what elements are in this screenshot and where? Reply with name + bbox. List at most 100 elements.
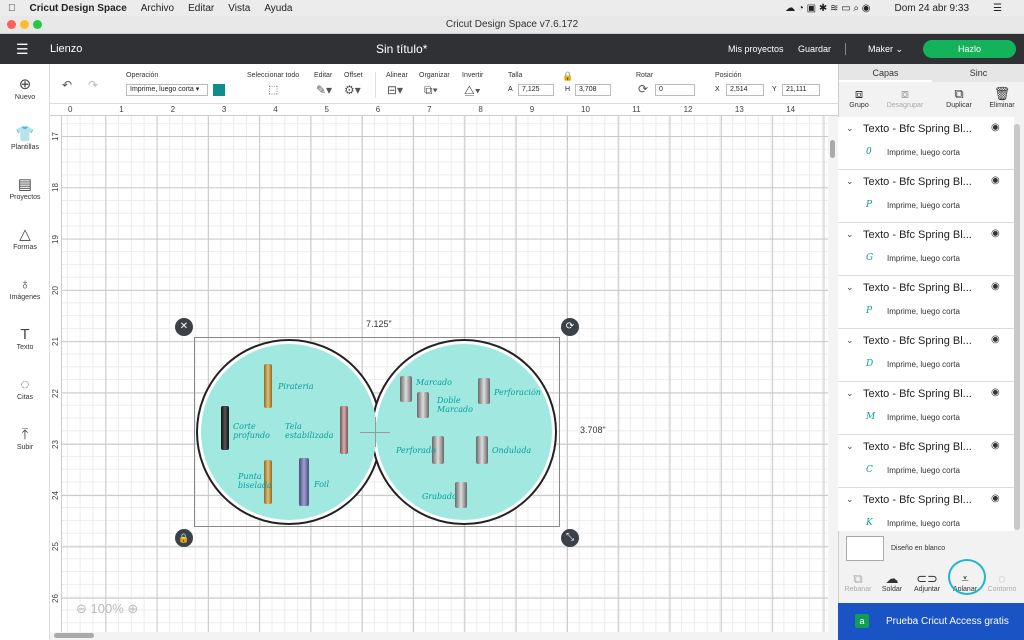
ruler-tick-label: 8 xyxy=(478,105,483,114)
chevron-down-icon[interactable]: ⌄ xyxy=(846,123,854,134)
width-field[interactable]: 7,125 xyxy=(518,84,554,96)
zoom-out-icon[interactable]: ⊖ xyxy=(76,601,87,616)
chevron-down-icon[interactable]: ⌄ xyxy=(846,388,854,399)
menu-vista[interactable]: Vista xyxy=(228,3,250,14)
sidebar-item-formas[interactable]: △ Formas xyxy=(0,226,50,251)
menu-app-name[interactable]: Cricut Design Space xyxy=(30,3,127,14)
visibility-eye-icon[interactable]: ◉ xyxy=(991,440,1000,451)
visibility-eye-icon[interactable]: ◉ xyxy=(991,281,1000,292)
sidebar-item-citas[interactable]: ◌ Citas xyxy=(0,376,50,401)
layer-title: Texto - Bfc Spring Bl... xyxy=(863,123,972,135)
visibility-eye-icon[interactable]: ◉ xyxy=(991,493,1000,504)
redo-icon[interactable]: ↷ xyxy=(88,78,98,92)
ruler-tick-label: 0 xyxy=(68,105,73,114)
duplicate-icon: ⧉ xyxy=(954,86,964,101)
layer-thumbnail: G xyxy=(866,253,874,263)
chevron-down-icon[interactable]: ⌄ xyxy=(846,282,854,293)
apple-icon[interactable]:  xyxy=(8,3,16,14)
pencil-icon[interactable]: ✎▾ xyxy=(316,83,332,97)
contour-button[interactable]: ◌ Contorno xyxy=(984,572,1020,594)
sidebar-item-texto[interactable]: T Texto xyxy=(0,326,50,351)
resize-handle-icon[interactable]: ⤡ xyxy=(561,529,579,547)
menu-list-icon[interactable]: ☰ xyxy=(993,3,1002,14)
layers-scrollbar[interactable] xyxy=(1014,124,1020,530)
slice-button[interactable]: ⧉ Rebanar xyxy=(840,572,876,594)
chevron-down-icon[interactable]: ⌄ xyxy=(846,494,854,505)
tab-sinc[interactable]: Sinc xyxy=(932,64,1024,82)
layer-item[interactable]: ⌄ Texto - Bfc Spring Bl... ◉ P Imprime, lueg… xyxy=(838,276,1014,329)
x-position-field[interactable]: 2,514 xyxy=(726,84,764,96)
layer-item[interactable]: ⌄ Texto - Bfc Spring Bl... ◉ D Imprime, lueg… xyxy=(838,329,1014,382)
vertical-scrollbar[interactable] xyxy=(828,116,838,632)
flip-icon[interactable]: ⧋▾ xyxy=(464,83,481,98)
chevron-down-icon[interactable]: ⌄ xyxy=(846,335,854,346)
hamburger-menu-icon[interactable]: ☰ xyxy=(16,41,29,58)
project-icon: ▤ xyxy=(17,176,33,193)
zoom-window-button[interactable] xyxy=(33,20,42,29)
menu-archivo[interactable]: Archivo xyxy=(141,3,174,14)
chevron-down-icon[interactable]: ⌄ xyxy=(846,229,854,240)
rotate-field[interactable]: 0 xyxy=(655,84,695,96)
align-icon[interactable]: ⊟▾ xyxy=(387,83,403,97)
ungroup-button[interactable]: ⧇ Desagrupar xyxy=(885,86,925,109)
horizontal-scroll-thumb[interactable] xyxy=(54,633,94,638)
layer-item[interactable]: ⌄ Texto - Bfc Spring Bl... ◉ G Imprime, lueg… xyxy=(838,223,1014,276)
operation-select[interactable]: Imprime, luego corta ▾ xyxy=(126,84,208,96)
layer-operation: Imprime, luego corta xyxy=(887,201,960,210)
sidebar-item-proyectos[interactable]: ▤ Proyectos xyxy=(0,176,50,201)
delete-button[interactable]: 🗑 Eliminar xyxy=(982,86,1022,109)
rotate-handle-icon[interactable]: ⟳ xyxy=(561,318,579,336)
visibility-eye-icon[interactable]: ◉ xyxy=(991,228,1000,239)
vertical-scroll-thumb[interactable] xyxy=(830,140,835,158)
save-button[interactable]: Guardar xyxy=(798,44,831,54)
sidebar-item-imagenes[interactable]: ♁ Imágenes xyxy=(0,276,50,301)
sidebar-item-plantillas[interactable]: 👕 Plantillas xyxy=(0,126,50,151)
menu-ayuda[interactable]: Ayuda xyxy=(264,3,292,14)
delete-handle-close-icon[interactable]: ✕ xyxy=(175,318,193,336)
ungroup-label: Desagrupar xyxy=(886,102,924,109)
duplicate-button[interactable]: ⧉ Duplicar xyxy=(939,86,979,109)
layer-item[interactable]: ⌄ Texto - Bfc Spring Bl... ◉ M Imprime, lueg… xyxy=(838,382,1014,435)
lock-handle-icon[interactable]: 🔒 xyxy=(175,529,193,547)
layer-item[interactable]: ⌄ Texto - Bfc Spring Bl... ◉ 0 Imprime, lueg… xyxy=(838,117,1014,170)
close-window-button[interactable] xyxy=(7,20,16,29)
sidebar-item-subir[interactable]: ⤒ Subir xyxy=(0,426,50,451)
layer-item[interactable]: ⌄ Texto - Bfc Spring Bl... ◉ K Imprime, lueg… xyxy=(838,488,1014,531)
menu-editar[interactable]: Editar xyxy=(188,3,214,14)
visibility-eye-icon[interactable]: ◉ xyxy=(991,175,1000,186)
document-title[interactable]: Sin título* xyxy=(376,42,427,56)
arrange-icon[interactable]: ⧉▾ xyxy=(424,83,438,98)
paperclip-icon: ⊂⊃ xyxy=(916,571,938,586)
tab-capas[interactable]: Capas xyxy=(839,64,932,82)
blank-canvas-swatch[interactable] xyxy=(846,536,884,561)
y-position-field[interactable]: 21,111 xyxy=(782,84,820,96)
layer-item[interactable]: ⌄ Texto - Bfc Spring Bl... ◉ P Imprime, lueg… xyxy=(838,170,1014,223)
sidebar-item-nuevo[interactable]: ⊕ Nuevo xyxy=(0,76,50,101)
ruler-tick-label: 7 xyxy=(427,105,432,114)
machine-selector[interactable]: Maker ⌄ xyxy=(868,44,903,55)
lock-icon[interactable]: 🔒 xyxy=(562,71,573,82)
selection-bounding-box[interactable] xyxy=(194,337,560,527)
layer-operation: Imprime, luego corta xyxy=(887,519,960,528)
operation-color-swatch[interactable] xyxy=(213,84,225,96)
chevron-down-icon[interactable]: ⌄ xyxy=(846,441,854,452)
undo-icon[interactable]: ↶ xyxy=(62,78,72,92)
layer-item[interactable]: ⌄ Texto - Bfc Spring Bl... ◉ C Imprime, lueg… xyxy=(838,435,1014,488)
arrange-label: Organizar xyxy=(419,72,450,79)
height-field[interactable]: 3,708 xyxy=(575,84,611,96)
attach-button[interactable]: ⊂⊃ Adjuntar xyxy=(909,571,945,594)
horizontal-scrollbar[interactable] xyxy=(50,632,838,640)
my-projects-link[interactable]: Mis proyectos xyxy=(728,44,784,54)
visibility-eye-icon[interactable]: ◉ xyxy=(991,387,1000,398)
minimize-window-button[interactable] xyxy=(20,20,29,29)
weld-button[interactable]: ☁ Soldar xyxy=(874,572,910,594)
cricut-access-banner[interactable]: a Prueba Cricut Access gratis xyxy=(838,603,1024,640)
select-all-icon[interactable]: ⬚ xyxy=(268,83,278,96)
chevron-down-icon[interactable]: ⌄ xyxy=(846,176,854,187)
zoom-in-icon[interactable]: ⊕ xyxy=(127,601,138,616)
visibility-eye-icon[interactable]: ◉ xyxy=(991,122,1000,133)
group-button[interactable]: ⧈ Grupo xyxy=(839,86,879,109)
offset-icon[interactable]: ⚙▾ xyxy=(344,83,361,97)
visibility-eye-icon[interactable]: ◉ xyxy=(991,334,1000,345)
make-it-button[interactable]: Hazlo xyxy=(923,40,1016,58)
